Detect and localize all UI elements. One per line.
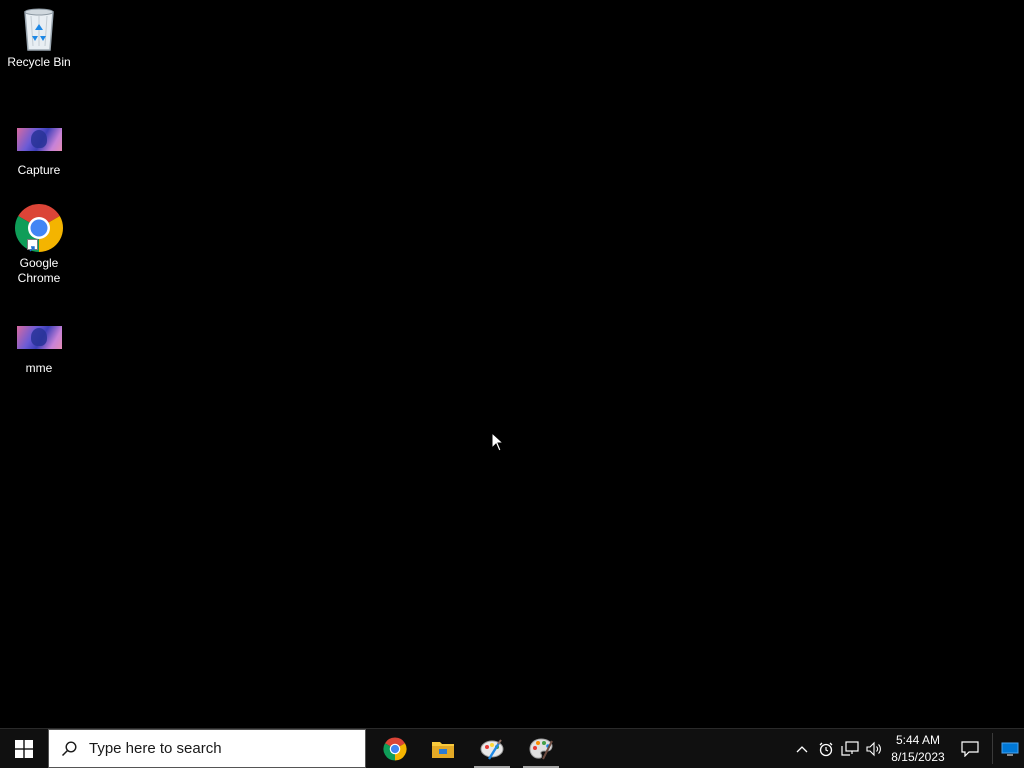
recycle-bin-icon [24,8,54,51]
clock-time: 5:44 AM [895,732,941,747]
desktop-icon-label: mme [25,361,53,375]
chrome-icon [383,736,407,761]
chevron-up-icon [796,745,808,752]
taskbar: Type here to search 5:44 AM 8/15/2023 [0,728,1024,768]
taskbar-clock[interactable]: 5:44 AM 8/15/2023 [886,729,950,768]
notification-icon [961,740,979,757]
taskbar-app-paint[interactable] [468,729,516,768]
desktop-preview-icon [1001,742,1019,755]
clock-date: 8/15/2023 [891,749,945,764]
search-placeholder: Type here to search [89,740,222,757]
palette-icon [529,737,553,759]
taskbar-separator [992,733,993,764]
show-desktop-button[interactable] [996,729,1024,768]
chrome-icon [14,204,64,252]
taskbar-app-chrome[interactable] [371,729,419,768]
taskbar-app-file-explorer[interactable] [419,729,467,768]
image-thumbnail-icon [16,128,62,151]
tray-network-button[interactable] [838,729,862,768]
taskbar-app-paint-3d[interactable] [517,729,565,768]
paint-icon [480,738,504,760]
desktop-icon-capture[interactable]: Capture [2,122,76,178]
tray-volume-button[interactable] [862,729,886,768]
start-button[interactable] [0,729,47,768]
shortcut-arrow-icon [27,239,38,252]
show-hidden-icons-button[interactable] [790,729,814,768]
desktop-icon-label: Google Chrome [17,256,61,285]
tray-recorder-button[interactable] [814,729,838,768]
taskbar-search-box[interactable]: Type here to search [48,729,366,768]
desktop-icon-recycle-bin[interactable]: Recycle Bin [2,6,76,70]
desktop-icon-google-chrome[interactable]: Google Chrome [2,203,76,286]
recorder-icon [819,742,833,756]
desktop-icon-label: Capture [17,163,61,177]
mouse-cursor-icon [491,432,505,452]
network-icon [841,740,859,756]
search-icon [61,740,77,757]
image-thumbnail-icon [16,326,62,349]
desktop-icon-label: Recycle Bin [7,55,71,69]
desktop-icon-mme[interactable]: mme [2,320,76,376]
volume-icon [866,741,881,756]
windows-logo-icon [14,739,33,758]
action-center-button[interactable] [952,729,988,768]
folder-icon [432,741,454,758]
